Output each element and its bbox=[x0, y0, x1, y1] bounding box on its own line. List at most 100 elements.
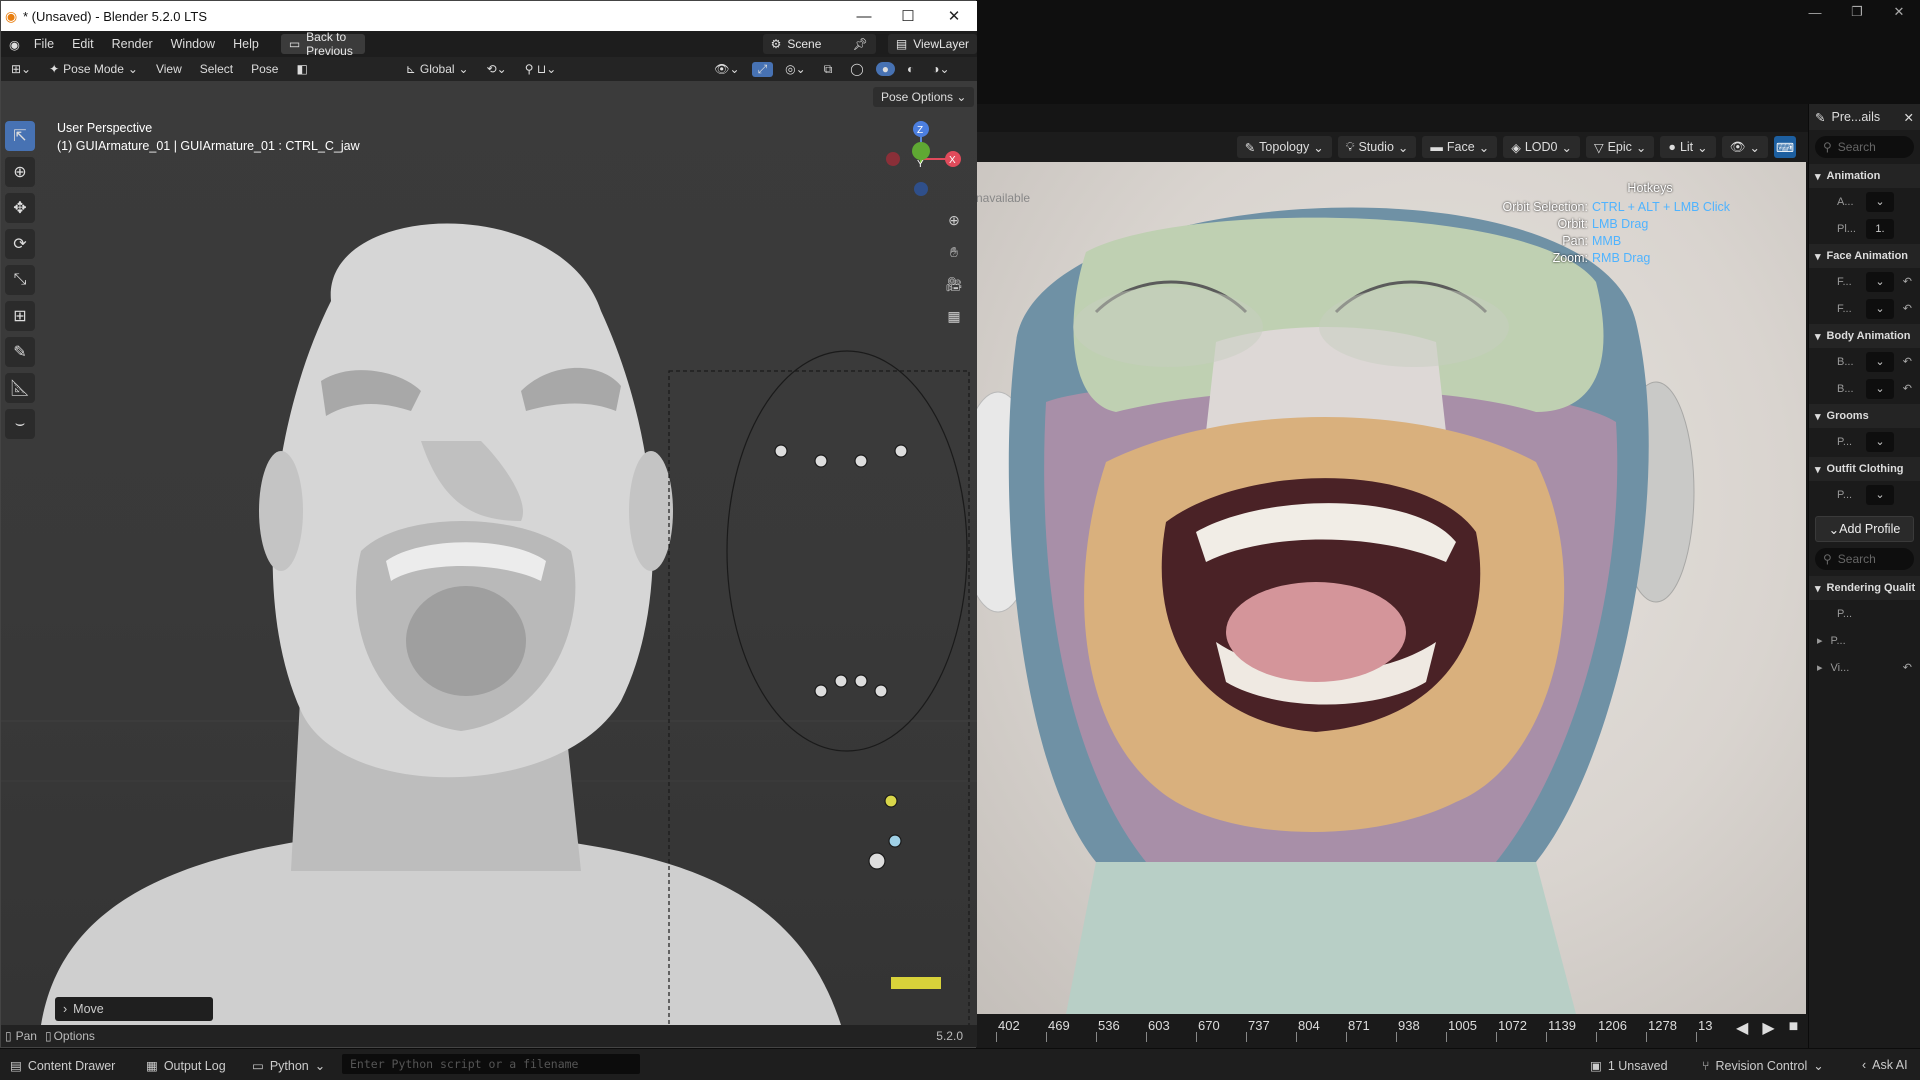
visibility-icon[interactable]: 👁︎⌄ bbox=[708, 62, 745, 76]
restore-icon[interactable]: ❐ bbox=[1836, 0, 1878, 24]
python-console-input[interactable]: Enter Python script or a filename bbox=[342, 1054, 640, 1074]
category-rendering-quality[interactable]: ▾ Rendering Qualit bbox=[1809, 576, 1920, 600]
pivot-icon[interactable]: ⟲⌄ bbox=[481, 62, 513, 76]
blender-title-bar[interactable]: ◉ * (Unsaved) - Blender 5.2.0 LTS — ☐ ✕ bbox=[1, 1, 977, 31]
property-dropdown[interactable]: ⌄ bbox=[1866, 351, 1894, 372]
python-dropdown[interactable]: ▭ Python ⌄ bbox=[252, 1058, 325, 1074]
move-tool-button[interactable]: ✥ bbox=[5, 193, 35, 223]
face-dropdown[interactable]: ▬ Face ⌄ bbox=[1422, 136, 1498, 158]
unsaved-button[interactable]: ▣ 1 Unsaved bbox=[1590, 1058, 1668, 1074]
back-to-previous-button[interactable]: ▭ Back to Previous bbox=[280, 30, 365, 58]
chevron-right-icon[interactable]: ▸ bbox=[1817, 661, 1823, 674]
reset-icon[interactable]: ↶ bbox=[1903, 661, 1912, 674]
menu-pose[interactable]: Pose bbox=[245, 62, 284, 76]
bone-roll-tool-button[interactable]: ⌣ bbox=[5, 409, 35, 439]
scene-selector[interactable]: ⚙ Scene 📌︎ bbox=[762, 34, 876, 54]
camera-icon[interactable]: 🎥︎ bbox=[941, 271, 967, 297]
close-icon[interactable]: ✕ bbox=[1904, 110, 1914, 125]
zoom-icon[interactable]: ⊕ bbox=[941, 207, 967, 233]
shading-rendered-icon[interactable]: ◑⌄ bbox=[926, 62, 955, 76]
menu-edit[interactable]: Edit bbox=[64, 37, 102, 51]
axis-neg-z-handle[interactable] bbox=[914, 182, 928, 196]
transform-tool-button[interactable]: ⊞ bbox=[5, 301, 35, 331]
reset-icon[interactable]: ↶ bbox=[1903, 302, 1912, 315]
details-tab[interactable]: ✎ Pre...ails ✕ bbox=[1809, 104, 1920, 130]
category-grooms[interactable]: ▾ Grooms bbox=[1809, 404, 1920, 428]
revision-control-dropdown[interactable]: ⑂ Revision Control ⌄ bbox=[1702, 1058, 1824, 1074]
cursor-tool-button[interactable]: ⊕ bbox=[5, 157, 35, 187]
overlay-icon[interactable]: ◎⌄ bbox=[779, 62, 812, 76]
quality-dropdown[interactable]: ▽ Epic ⌄ bbox=[1585, 136, 1655, 158]
property-value[interactable]: 1. bbox=[1866, 218, 1894, 239]
property-dropdown[interactable]: ⌄ bbox=[1866, 378, 1894, 399]
menu-view[interactable]: View bbox=[150, 62, 188, 76]
annotate-tool-button[interactable]: ✎ bbox=[5, 337, 35, 367]
viewlayer-selector[interactable]: ▤ ViewLayer bbox=[887, 34, 977, 54]
grid-icon[interactable]: ▦ bbox=[941, 303, 967, 329]
reset-icon[interactable]: ↶ bbox=[1903, 382, 1912, 395]
axis-y-handle[interactable] bbox=[912, 142, 930, 160]
ask-ai-button[interactable]: ‹ Ask AI bbox=[1862, 1058, 1908, 1072]
reset-icon[interactable]: ↶ bbox=[1903, 355, 1912, 368]
show-dropdown[interactable]: 👁︎ ⌄ bbox=[1721, 136, 1768, 158]
lit-dropdown[interactable]: ● Lit ⌄ bbox=[1660, 136, 1716, 158]
shading-solid-icon[interactable]: ● bbox=[875, 62, 895, 76]
shading-material-icon[interactable]: ◐ bbox=[901, 62, 920, 76]
studio-dropdown[interactable]: 💡︎ Studio ⌄ bbox=[1337, 136, 1417, 158]
light-icon: 💡︎ bbox=[1345, 139, 1355, 154]
menu-help[interactable]: Help bbox=[225, 37, 267, 51]
editor-type-icon[interactable]: ⊞⌄ bbox=[5, 62, 37, 76]
menu-window[interactable]: Window bbox=[163, 37, 223, 51]
category-animation[interactable]: ▾ Animation bbox=[1809, 164, 1920, 188]
minimize-icon[interactable]: — bbox=[1794, 0, 1836, 24]
rotate-tool-button[interactable]: ⟳ bbox=[5, 229, 35, 259]
blender-menu-icon[interactable]: ◉ bbox=[5, 37, 24, 52]
scale-tool-button[interactable]: ⤡ bbox=[5, 265, 35, 295]
snap-icon[interactable]: ⚲ ⊔⌄ bbox=[519, 62, 563, 76]
category-face-animation[interactable]: ▾ Face Animation bbox=[1809, 244, 1920, 268]
move-operator-panel[interactable]: › Move bbox=[55, 997, 213, 1021]
property-dropdown[interactable]: ⌄ bbox=[1866, 191, 1894, 212]
topology-dropdown[interactable]: ✎ Topology ⌄ bbox=[1236, 136, 1332, 158]
property-dropdown[interactable]: ⌄ bbox=[1866, 271, 1894, 292]
output-log-button[interactable]: ▦ Output Log bbox=[146, 1058, 226, 1074]
profile-search-input[interactable]: ⚲ Search bbox=[1815, 548, 1914, 570]
play-icon[interactable]: ▶ bbox=[1762, 1018, 1774, 1038]
axis-neg-x-handle[interactable] bbox=[886, 152, 900, 166]
content-drawer-button[interactable]: ▤ Content Drawer bbox=[10, 1058, 115, 1074]
close-icon[interactable]: ✕ bbox=[931, 1, 977, 31]
close-icon[interactable]: ✕ bbox=[1878, 0, 1920, 24]
stop-icon[interactable]: ■ bbox=[1789, 1018, 1799, 1038]
menu-select[interactable]: Select bbox=[194, 62, 239, 76]
keyboard-toggle-button[interactable]: ⌨ bbox=[1774, 136, 1796, 158]
orientation-dropdown[interactable]: ⊾ Global ⌄ bbox=[400, 62, 475, 76]
play-reverse-icon[interactable]: ◀ bbox=[1736, 1018, 1748, 1038]
reset-icon[interactable]: ↶ bbox=[1903, 275, 1912, 288]
minimize-icon[interactable]: — bbox=[841, 1, 887, 31]
lod-dropdown[interactable]: ◈ LOD0 ⌄ bbox=[1503, 136, 1580, 158]
chevron-right-icon[interactable]: ▸ bbox=[1817, 634, 1823, 647]
hotkeys-overlay: Hotkeys Orbit Selection: CTRL + ALT + LMB… bbox=[1500, 180, 1800, 267]
pose-options-dropdown[interactable]: Pose Options ⌄ bbox=[873, 87, 975, 107]
measure-tool-button[interactable]: 📐︎ bbox=[5, 373, 35, 403]
menu-render[interactable]: Render bbox=[104, 37, 161, 51]
navigation-gizmo[interactable]: Z Y X bbox=[881, 119, 961, 199]
mode-dropdown[interactable]: ✦ Pose Mode ⌄ bbox=[43, 62, 144, 76]
select-tool-button[interactable]: ⇱ bbox=[5, 121, 35, 151]
details-search-input[interactable]: ⚲ Search bbox=[1815, 136, 1914, 158]
property-dropdown[interactable]: ⌄ bbox=[1866, 431, 1894, 452]
property-dropdown[interactable]: ⌄ bbox=[1866, 298, 1894, 319]
maximize-icon[interactable]: ☐ bbox=[885, 1, 931, 31]
blender-3d-viewport[interactable] bbox=[1, 81, 977, 1025]
category-outfit-clothing[interactable]: ▾ Outfit Clothing bbox=[1809, 457, 1920, 481]
add-profile-button[interactable]: ⌄ Add Profile bbox=[1815, 516, 1914, 542]
property-dropdown[interactable]: ⌄ bbox=[1866, 484, 1894, 505]
shading-wireframe-icon[interactable]: ◯ bbox=[844, 62, 869, 76]
menu-file[interactable]: File bbox=[26, 37, 62, 51]
hand-icon[interactable]: ✋︎ bbox=[941, 239, 967, 265]
pose-lock-icon[interactable]: ◧ bbox=[290, 62, 313, 76]
category-body-animation[interactable]: ▾ Body Animation bbox=[1809, 324, 1920, 348]
unreal-viewport[interactable]: navailable bbox=[976, 162, 1806, 1014]
gizmo-toggle-icon[interactable]: ⤢ bbox=[751, 61, 774, 77]
xray-icon[interactable]: ⧉ bbox=[818, 62, 839, 77]
